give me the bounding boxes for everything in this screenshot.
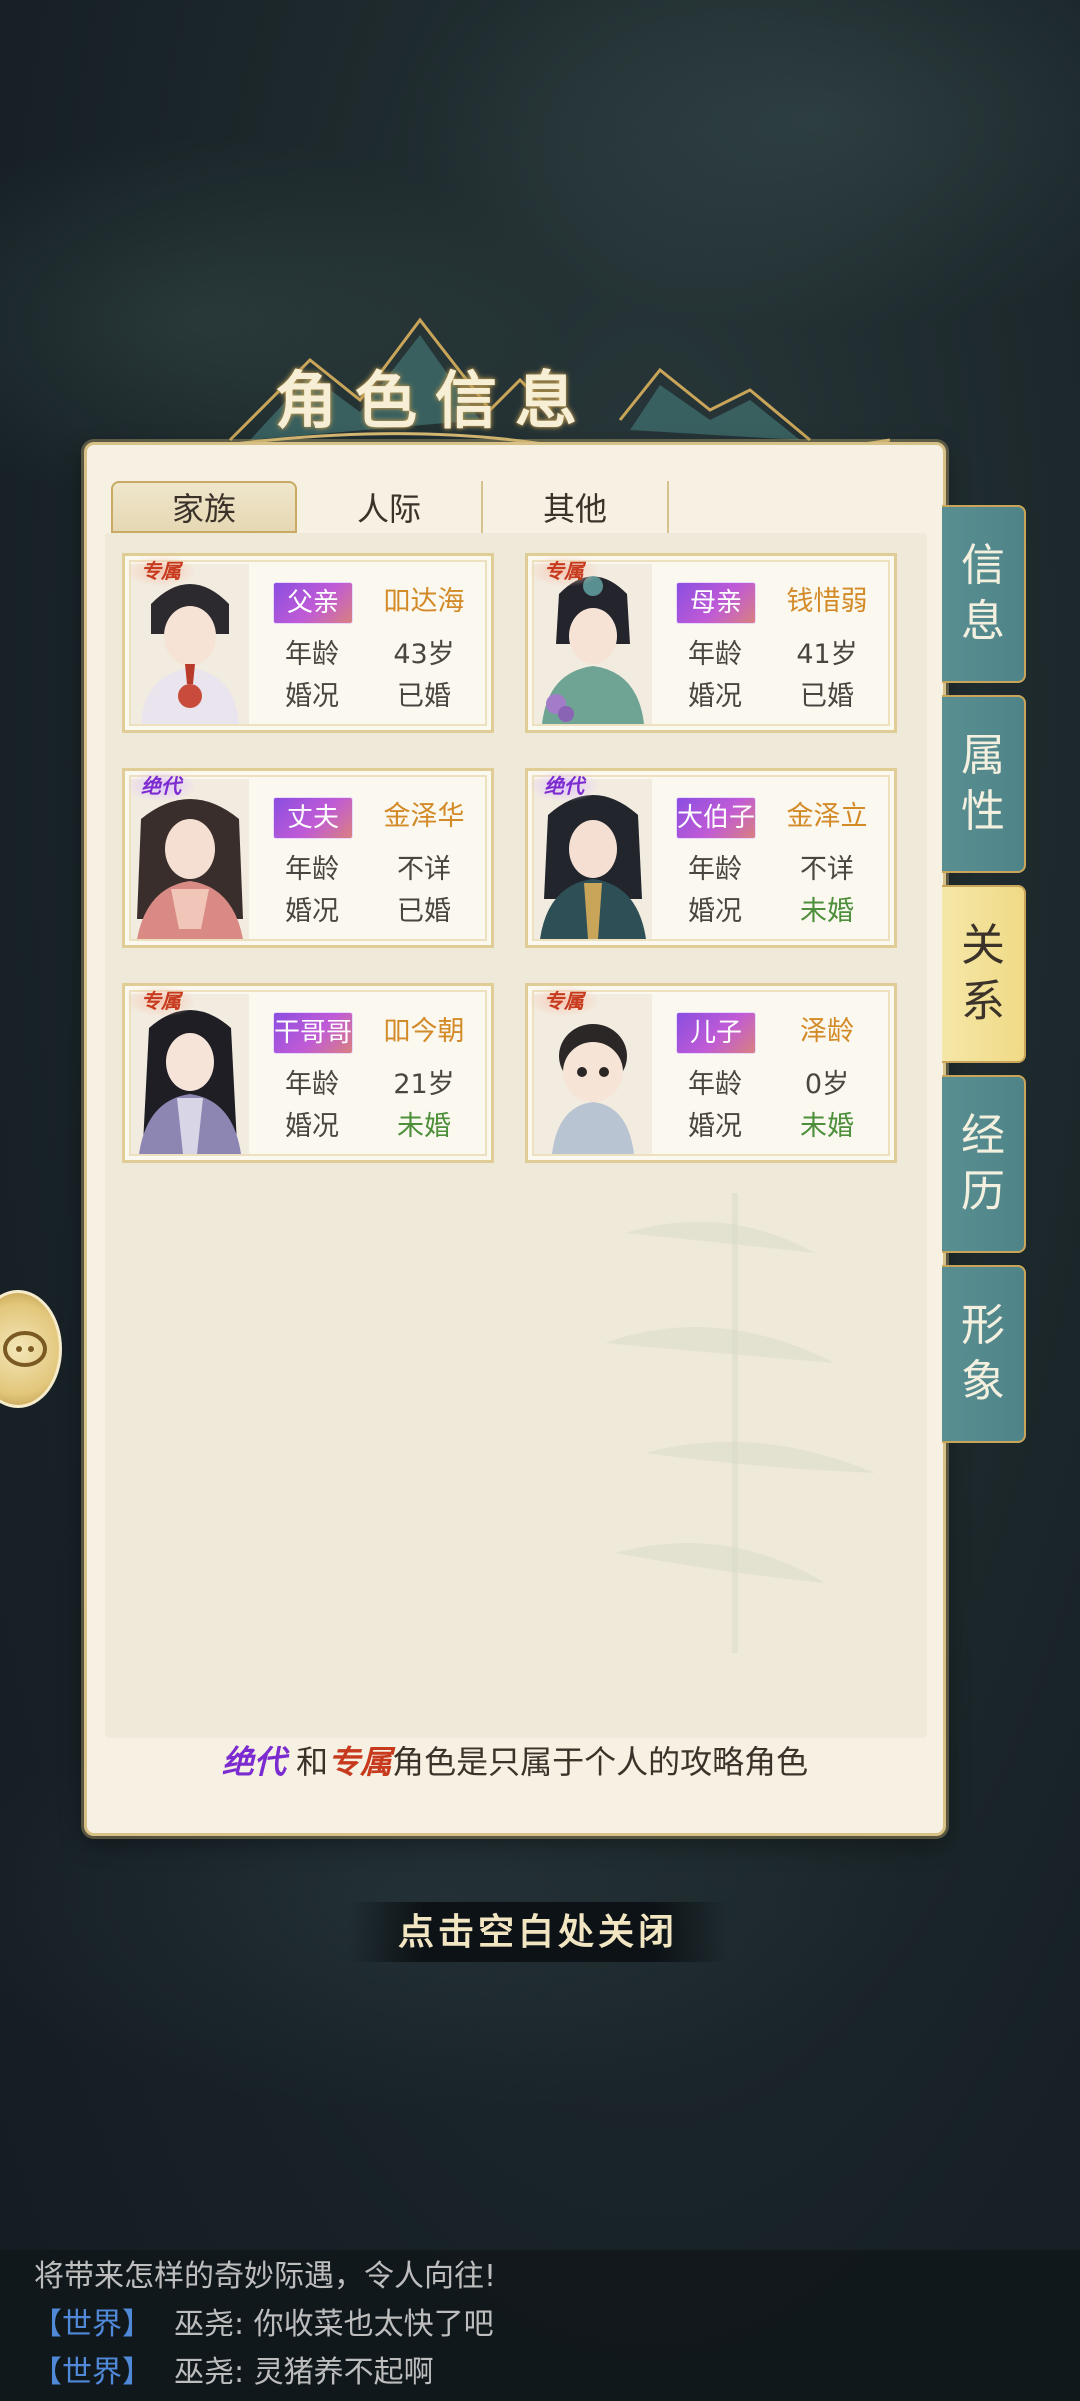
character-portrait	[534, 564, 652, 724]
character-portrait	[131, 994, 249, 1154]
side-tab-label: 属性	[961, 730, 1005, 837]
note-text: 角色是只属于个人的攻略角色	[392, 1743, 809, 1781]
side-tab-label: 形象	[961, 1300, 1005, 1407]
age-value: 不详	[397, 854, 451, 885]
chat-bubble-icon[interactable]	[0, 1290, 62, 1408]
marital-value: 已婚	[800, 681, 854, 712]
marital-label: 婚况	[688, 681, 742, 712]
age-value: 41岁	[796, 639, 858, 670]
age-label: 年龄	[688, 854, 742, 885]
role-type-note: 绝代 和专属角色是只属于个人的攻略角色	[87, 1737, 943, 1783]
exclusive-badge: 专属	[530, 986, 598, 1016]
exclusive-label: 专属	[328, 1743, 393, 1781]
and-text: 和	[296, 1743, 329, 1781]
relation-card-father[interactable]: 专属 父亲 吅达海 年龄 43岁 婚况 已婚	[122, 553, 494, 733]
age-value: 43岁	[393, 639, 455, 670]
peerless-label: 绝代	[221, 1743, 286, 1781]
side-tab-label: 经历	[961, 1110, 1005, 1217]
side-tab-info[interactable]: 信息	[942, 505, 1026, 683]
side-tab-label: 信息	[961, 540, 1005, 647]
channel-tag: 【世界】	[32, 2355, 152, 2390]
relation-card-sworn-brother[interactable]: 专属 干哥哥 吅今朝 年龄 21岁 婚况 未婚	[122, 983, 494, 1163]
tab-social[interactable]: 人际	[297, 481, 483, 533]
age-label: 年龄	[688, 1069, 742, 1100]
character-portrait	[131, 779, 249, 939]
marital-label: 婚况	[285, 681, 339, 712]
marital-value: 已婚	[397, 681, 451, 712]
page-title: 角色信息	[274, 364, 595, 437]
character-portrait	[131, 564, 249, 724]
character-portrait	[534, 994, 652, 1154]
marital-value: 未婚	[397, 1111, 451, 1142]
chat-message: 【世界】 巫尧: 灵猪养不起啊	[32, 2352, 434, 2394]
tab-other[interactable]: 其他	[483, 481, 669, 533]
exclusive-badge: 专属	[530, 556, 598, 586]
channel-tag: 【世界】	[32, 2307, 152, 2342]
age-label: 年龄	[285, 854, 339, 885]
relation-tag: 大伯子	[676, 797, 756, 839]
chat-bar[interactable]: 将带来怎样的奇妙际遇，令人向往! 【世界】 巫尧: 你收菜也太快了吧 【世界】 巫尧…	[0, 2250, 1080, 2401]
tab-family[interactable]: 家族	[111, 481, 297, 533]
bamboo-decoration	[605, 1193, 875, 1653]
relation-tag: 父亲	[273, 582, 353, 624]
character-name: 金泽华	[383, 801, 465, 832]
side-tab-experience[interactable]: 经历	[942, 1075, 1026, 1253]
marital-value: 未婚	[800, 896, 854, 927]
side-tab-label: 关系	[961, 920, 1005, 1027]
exclusive-badge: 专属	[127, 556, 195, 586]
relation-card-mother[interactable]: 专属 母亲 钱惜弱 年龄 41岁 婚况 已婚	[525, 553, 897, 733]
peerless-badge: 绝代	[127, 771, 195, 801]
relation-tag: 儿子	[676, 1012, 756, 1054]
age-label: 年龄	[285, 639, 339, 670]
message-text: 巫尧: 你收菜也太快了吧	[174, 2307, 494, 2342]
character-name: 吅今朝	[383, 1016, 465, 1047]
tap-to-close-hint[interactable]: 点击空白处关闭	[348, 1902, 728, 1962]
relation-card-son[interactable]: 专属 儿子 泽龄 年龄 0岁 婚况 未婚	[525, 983, 897, 1163]
category-tabs: 家族 人际 其他	[111, 481, 669, 533]
age-label: 年龄	[688, 639, 742, 670]
character-name: 钱惜弱	[786, 586, 868, 617]
marital-value: 已婚	[397, 896, 451, 927]
marital-value: 未婚	[800, 1111, 854, 1142]
character-info-panel: 家族 人际 其他 专属 父亲 吅达海 年龄 43岁 婚况 已婚 专属 母亲 钱惜…	[84, 442, 946, 1836]
system-message: 将带来怎样的奇妙际遇，令人向往!	[34, 2259, 497, 2294]
relation-card-husband[interactable]: 绝代 丈夫 金泽华 年龄 不详 婚况 已婚	[122, 768, 494, 948]
relation-card-brother-in-law[interactable]: 绝代 大伯子 金泽立 年龄 不详 婚况 未婚	[525, 768, 897, 948]
relation-tag: 丈夫	[273, 797, 353, 839]
peerless-badge: 绝代	[530, 771, 598, 801]
marital-label: 婚况	[285, 896, 339, 927]
message-text: 巫尧: 灵猪养不起啊	[174, 2355, 434, 2390]
chat-message: 【世界】 巫尧: 你收菜也太快了吧	[32, 2304, 494, 2346]
side-tab-appearance[interactable]: 形象	[942, 1265, 1026, 1443]
side-tab-attributes[interactable]: 属性	[942, 695, 1026, 873]
relations-content: 专属 父亲 吅达海 年龄 43岁 婚况 已婚 专属 母亲 钱惜弱 年龄 41岁 …	[105, 533, 927, 1738]
relation-tag: 母亲	[676, 582, 756, 624]
marital-label: 婚况	[688, 896, 742, 927]
age-value: 不详	[800, 854, 854, 885]
age-label: 年龄	[285, 1069, 339, 1100]
side-tab-relations[interactable]: 关系	[942, 885, 1026, 1063]
age-value: 21岁	[393, 1069, 455, 1100]
character-name: 吅达海	[383, 586, 465, 617]
marital-label: 婚况	[688, 1111, 742, 1142]
character-portrait	[534, 779, 652, 939]
character-name: 泽龄	[800, 1016, 854, 1047]
relation-tag: 干哥哥	[273, 1012, 353, 1054]
exclusive-badge: 专属	[127, 986, 195, 1016]
age-value: 0岁	[804, 1069, 850, 1100]
marital-label: 婚况	[285, 1111, 339, 1142]
character-name: 金泽立	[786, 801, 868, 832]
